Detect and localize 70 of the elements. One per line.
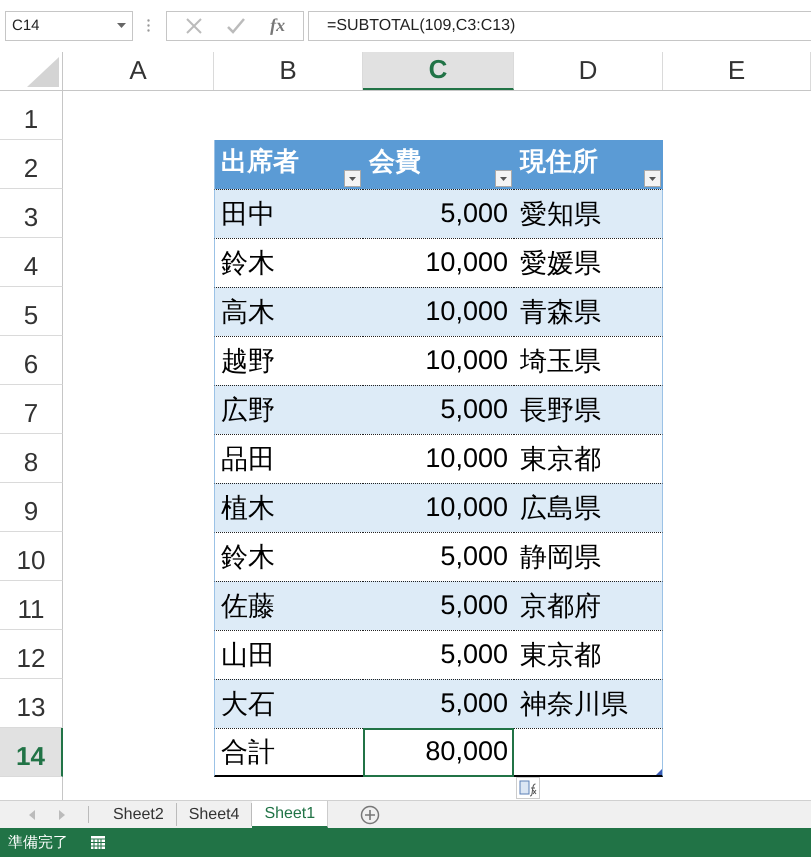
table-header: 現住所 bbox=[520, 144, 598, 178]
table-cell-text: 広島県 bbox=[520, 492, 601, 525]
status-text: 準備完了 bbox=[8, 833, 68, 852]
table-cell-text: 東京都 bbox=[520, 442, 601, 476]
selected-cell[interactable]: 80,000 bbox=[363, 728, 514, 777]
row-header[interactable]: 2 bbox=[0, 140, 63, 189]
table-cell-text: 愛媛県 bbox=[520, 246, 601, 280]
table-cell-text: 田中 bbox=[221, 198, 275, 231]
sheet-tab[interactable]: Sheet2 bbox=[101, 803, 177, 826]
table-header: 出席者 bbox=[221, 144, 299, 178]
table-cell-text: 愛知県 bbox=[520, 198, 601, 231]
table-header: 会費 bbox=[369, 144, 421, 178]
quick-analysis-icon[interactable] bbox=[516, 776, 540, 799]
add-sheet-icon[interactable] bbox=[360, 804, 380, 825]
dropdown-icon bbox=[117, 23, 126, 28]
filter-button[interactable] bbox=[644, 170, 661, 187]
table-cell-text: 大石 bbox=[221, 688, 275, 721]
row-header[interactable]: 6 bbox=[0, 336, 63, 385]
table-cell: 10,000 bbox=[425, 296, 508, 328]
table-cell-text: 越野 bbox=[221, 344, 275, 378]
name-box[interactable]: C14 bbox=[5, 10, 133, 41]
insert-function-button[interactable]: fx bbox=[270, 15, 286, 36]
table-cell-text: 広野 bbox=[221, 394, 275, 427]
table-cell: 5,000 bbox=[440, 541, 508, 572]
table-cell-text: 品田 bbox=[221, 442, 275, 476]
resize-handle-icon[interactable] bbox=[656, 768, 662, 775]
row-header[interactable]: 11 bbox=[0, 580, 63, 630]
sheet-tab[interactable]: Sheet1 bbox=[252, 801, 328, 828]
row-header[interactable]: 14 bbox=[0, 728, 63, 777]
table-cell: 10,000 bbox=[425, 247, 508, 278]
table-cell-text: 合計 bbox=[221, 736, 275, 769]
row-header[interactable]: 9 bbox=[0, 482, 63, 532]
row-header[interactable]: 7 bbox=[0, 384, 63, 434]
table-cell-text: 静岡県 bbox=[520, 540, 601, 574]
table-cell-text: 埼玉県 bbox=[520, 344, 601, 378]
row-header[interactable]: 8 bbox=[0, 434, 63, 483]
column-header[interactable]: C bbox=[363, 52, 514, 90]
table-cell: 5,000 bbox=[440, 198, 508, 230]
table-cell-text: 山田 bbox=[221, 638, 275, 672]
table-cell-text: 京都府 bbox=[520, 590, 601, 623]
row-header[interactable]: 4 bbox=[0, 238, 63, 287]
table-cell-text: 高木 bbox=[221, 296, 275, 329]
filter-button[interactable] bbox=[495, 170, 512, 187]
table-cell-text: 佐藤 bbox=[221, 590, 275, 623]
table-cell: 5,000 bbox=[440, 639, 508, 670]
table-cell-text: 鈴木 bbox=[221, 246, 275, 280]
row-header[interactable]: 1 bbox=[0, 90, 63, 140]
table-cell: 10,000 bbox=[425, 492, 508, 524]
table-cell: 5,000 bbox=[440, 394, 508, 426]
row-header[interactable]: 5 bbox=[0, 286, 63, 336]
filter-button[interactable] bbox=[344, 170, 361, 187]
dots-icon bbox=[147, 19, 150, 32]
table-cell-text: 長野県 bbox=[520, 394, 601, 427]
table-cell: 10,000 bbox=[425, 443, 508, 474]
formula-field[interactable]: =SUBTOTAL(109,C3:C13) bbox=[308, 10, 811, 41]
row-header[interactable]: 12 bbox=[0, 630, 63, 679]
table-cell-text: 東京都 bbox=[520, 638, 601, 672]
table-cell: 5,000 bbox=[440, 590, 508, 622]
table-cell-text: 植木 bbox=[221, 492, 275, 525]
table-cell-text: 青森県 bbox=[520, 296, 601, 329]
column-header[interactable]: A bbox=[63, 52, 214, 90]
table-cell: 10,000 bbox=[425, 345, 508, 376]
column-header[interactable]: D bbox=[514, 52, 663, 90]
table-cell: 5,000 bbox=[440, 688, 508, 720]
row-header[interactable]: 3 bbox=[0, 188, 63, 238]
table-cell-text: 鈴木 bbox=[221, 540, 275, 574]
table-cell-text: 神奈川県 bbox=[520, 688, 628, 721]
check-icon[interactable] bbox=[226, 16, 246, 35]
column-header[interactable]: E bbox=[663, 52, 811, 90]
row-header[interactable]: 10 bbox=[0, 532, 63, 581]
